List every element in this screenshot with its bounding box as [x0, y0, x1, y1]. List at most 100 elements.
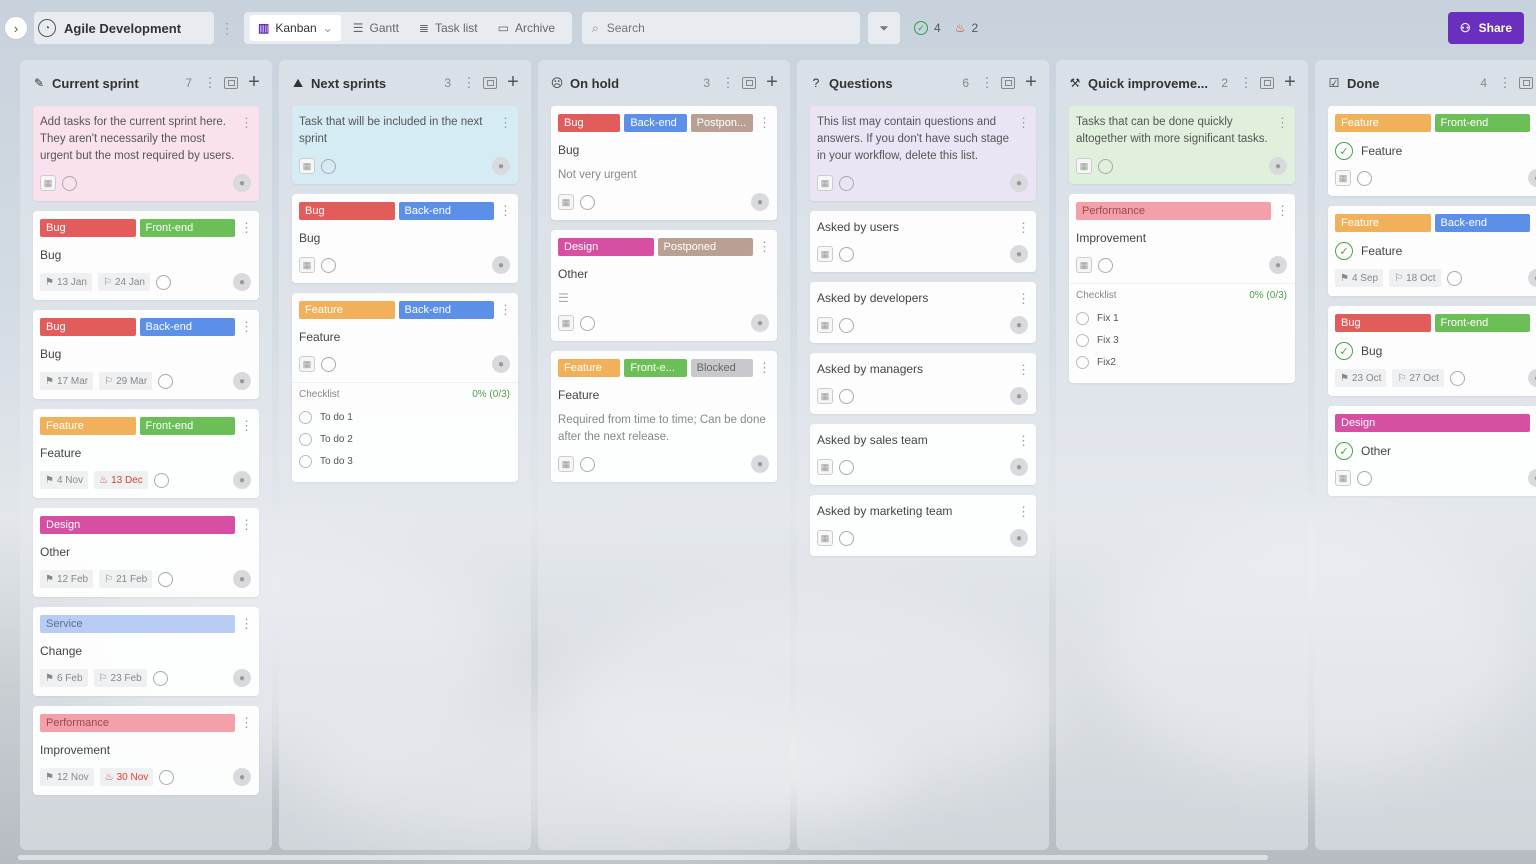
card-menu-icon[interactable]: ⋮: [499, 116, 512, 129]
project-selector[interactable]: ◔ Agile Development: [34, 12, 214, 44]
assignee-avatar[interactable]: ●: [233, 471, 251, 489]
progress-icon[interactable]: [156, 274, 171, 290]
start-date[interactable]: ⚑ 23 Oct: [1335, 369, 1387, 387]
assignee-avatar[interactable]: ●: [492, 256, 510, 274]
progress-icon[interactable]: [62, 175, 77, 191]
assignee-avatar[interactable]: ●: [751, 314, 769, 332]
card-menu-icon[interactable]: ⋮: [1017, 363, 1030, 376]
calendar-icon[interactable]: ▦: [817, 388, 833, 404]
note-card[interactable]: ⋮ Add tasks for the current sprint here. …: [33, 106, 259, 201]
column-menu-icon[interactable]: ⋮: [979, 75, 995, 91]
card-menu-icon[interactable]: ⋮: [1017, 292, 1030, 305]
assignee-avatar[interactable]: ●: [1528, 169, 1536, 187]
progress-icon[interactable]: [158, 571, 174, 587]
tag-label[interactable]: Feature: [1335, 114, 1431, 132]
search-box[interactable]: ⌕: [582, 12, 860, 44]
tag-label[interactable]: Back-end: [139, 318, 235, 336]
note-card[interactable]: ⋮ This list may contain questions and ans…: [810, 106, 1036, 201]
progress-icon[interactable]: [839, 459, 854, 475]
tag-label[interactable]: Back-end: [398, 301, 494, 319]
column-menu-icon[interactable]: ⋮: [720, 75, 736, 91]
completed-check-icon[interactable]: ✓: [1335, 342, 1353, 360]
tag-label[interactable]: Bug: [40, 219, 136, 237]
progress-icon[interactable]: [1098, 158, 1113, 174]
assignee-avatar[interactable]: ●: [233, 174, 251, 192]
card-menu-icon[interactable]: ⋮: [1017, 116, 1030, 129]
task-card[interactable]: ⋮ Feature Front-end Feature ⚑ 4 Nov ♨ 13 Dec ●: [33, 409, 259, 498]
note-card[interactable]: ⋮ Task that will be included in the next …: [292, 106, 518, 184]
task-card[interactable]: ⋮BugFront-end✓Bug⚑23 Oct⚐27 Oct●: [1328, 306, 1536, 396]
calendar-icon[interactable]: ▦: [299, 257, 315, 273]
view-tab-task-list[interactable]: ≣ Task list: [411, 15, 486, 41]
tag-label[interactable]: Design: [1335, 414, 1530, 432]
horizontal-scrollbar[interactable]: [18, 855, 1268, 860]
card-menu-icon[interactable]: ⋮: [1017, 434, 1030, 447]
assignee-avatar[interactable]: ●: [233, 372, 251, 390]
checklist-item[interactable]: Fix 1: [1076, 307, 1287, 329]
task-card[interactable]: ⋮ Design Postponed Other ☰ ▦ ●: [551, 230, 777, 341]
card-menu-icon[interactable]: ⋮: [240, 716, 253, 729]
checkbox[interactable]: [299, 410, 312, 424]
progress-icon[interactable]: [1446, 270, 1462, 286]
checkbox[interactable]: [1076, 355, 1089, 369]
checklist-item[interactable]: To do 1: [299, 406, 510, 428]
column-title[interactable]: Questions: [829, 76, 956, 91]
task-card[interactable]: ⋮ Bug Front-end Bug ⚑ 13 Jan ⚐ 24 Jan ●: [33, 211, 259, 300]
tag-label[interactable]: Front-e...: [624, 359, 687, 377]
checklist-item[interactable]: To do 2: [299, 428, 510, 450]
assignee-avatar[interactable]: ●: [1010, 458, 1028, 476]
checkbox[interactable]: [299, 454, 312, 468]
add-card-button[interactable]: +: [244, 72, 264, 93]
column-menu-icon[interactable]: ⋮: [1497, 75, 1513, 91]
progress-icon[interactable]: [158, 373, 174, 389]
calendar-icon[interactable]: ▦: [817, 175, 833, 191]
calendar-icon[interactable]: ▦: [1076, 257, 1092, 273]
task-card[interactable]: ⋮ Bug Back-end Postpon... Bug Not very urgent…: [551, 106, 777, 220]
card-menu-icon[interactable]: ⋮: [240, 221, 253, 234]
task-card[interactable]: ⋮ Asked by managers ▦ ●: [810, 353, 1036, 414]
card-menu-icon[interactable]: ⋮: [1017, 505, 1030, 518]
due-date[interactable]: ♨ 13 Dec: [94, 471, 148, 489]
checklist-item[interactable]: Fix 3: [1076, 329, 1287, 351]
task-card[interactable]: ⋮ Feature Front-e... Blocked Feature Required…: [551, 351, 777, 482]
progress-icon[interactable]: [159, 769, 175, 785]
calendar-icon[interactable]: ▦: [558, 315, 574, 331]
calendar-icon[interactable]: ▦: [558, 194, 574, 210]
calendar-icon[interactable]: ▦: [299, 356, 315, 372]
assignee-avatar[interactable]: ●: [1269, 256, 1287, 274]
completed-check-icon[interactable]: ✓: [1335, 142, 1353, 160]
checkbox[interactable]: [1076, 333, 1089, 347]
card-menu-icon[interactable]: ⋮: [758, 361, 771, 374]
checkbox[interactable]: [299, 432, 312, 446]
view-tab-archive[interactable]: ▭ Archive: [490, 15, 563, 41]
progress-icon[interactable]: [321, 356, 336, 372]
tag-label[interactable]: Back-end: [1434, 214, 1530, 232]
filter-button[interactable]: ⏷: [868, 12, 900, 44]
task-card[interactable]: ⋮ Performance Improvement ▦ ● Checklist 0% (0/…: [1069, 194, 1295, 383]
search-input[interactable]: [606, 21, 837, 35]
tag-label[interactable]: Feature: [299, 301, 395, 319]
chevron-down-icon[interactable]: ⌄: [323, 21, 333, 35]
project-menu-icon[interactable]: ⋮: [220, 21, 234, 35]
assignee-avatar[interactable]: ●: [1010, 387, 1028, 405]
due-date[interactable]: ⚐ 27 Oct: [1392, 369, 1444, 387]
tag-label[interactable]: Back-end: [398, 202, 494, 220]
due-date[interactable]: ⚐ 23 Feb: [93, 669, 147, 687]
card-menu-icon[interactable]: ⋮: [1276, 204, 1289, 217]
tag-label[interactable]: Front-end: [1434, 314, 1530, 332]
assignee-avatar[interactable]: ●: [1010, 529, 1028, 547]
assignee-avatar[interactable]: ●: [1528, 369, 1536, 387]
assignee-avatar[interactable]: ●: [1528, 469, 1536, 487]
calendar-icon[interactable]: ▦: [558, 456, 574, 472]
add-card-button[interactable]: +: [1021, 72, 1041, 93]
column-title[interactable]: Current sprint: [52, 76, 179, 91]
progress-icon[interactable]: [839, 530, 854, 546]
view-tab-kanban[interactable]: ▥ Kanban ⌄: [250, 15, 341, 41]
tag-label[interactable]: Service: [40, 615, 235, 633]
column-title[interactable]: Quick improveme...: [1088, 76, 1215, 91]
task-card[interactable]: ⋮ Feature Back-end Feature ▦ ● Checklist 0% (0/…: [292, 293, 518, 482]
card-menu-icon[interactable]: ⋮: [1276, 116, 1289, 129]
progress-icon[interactable]: [580, 315, 595, 331]
assignee-avatar[interactable]: ●: [233, 669, 251, 687]
card-menu-icon[interactable]: ⋮: [499, 303, 512, 316]
